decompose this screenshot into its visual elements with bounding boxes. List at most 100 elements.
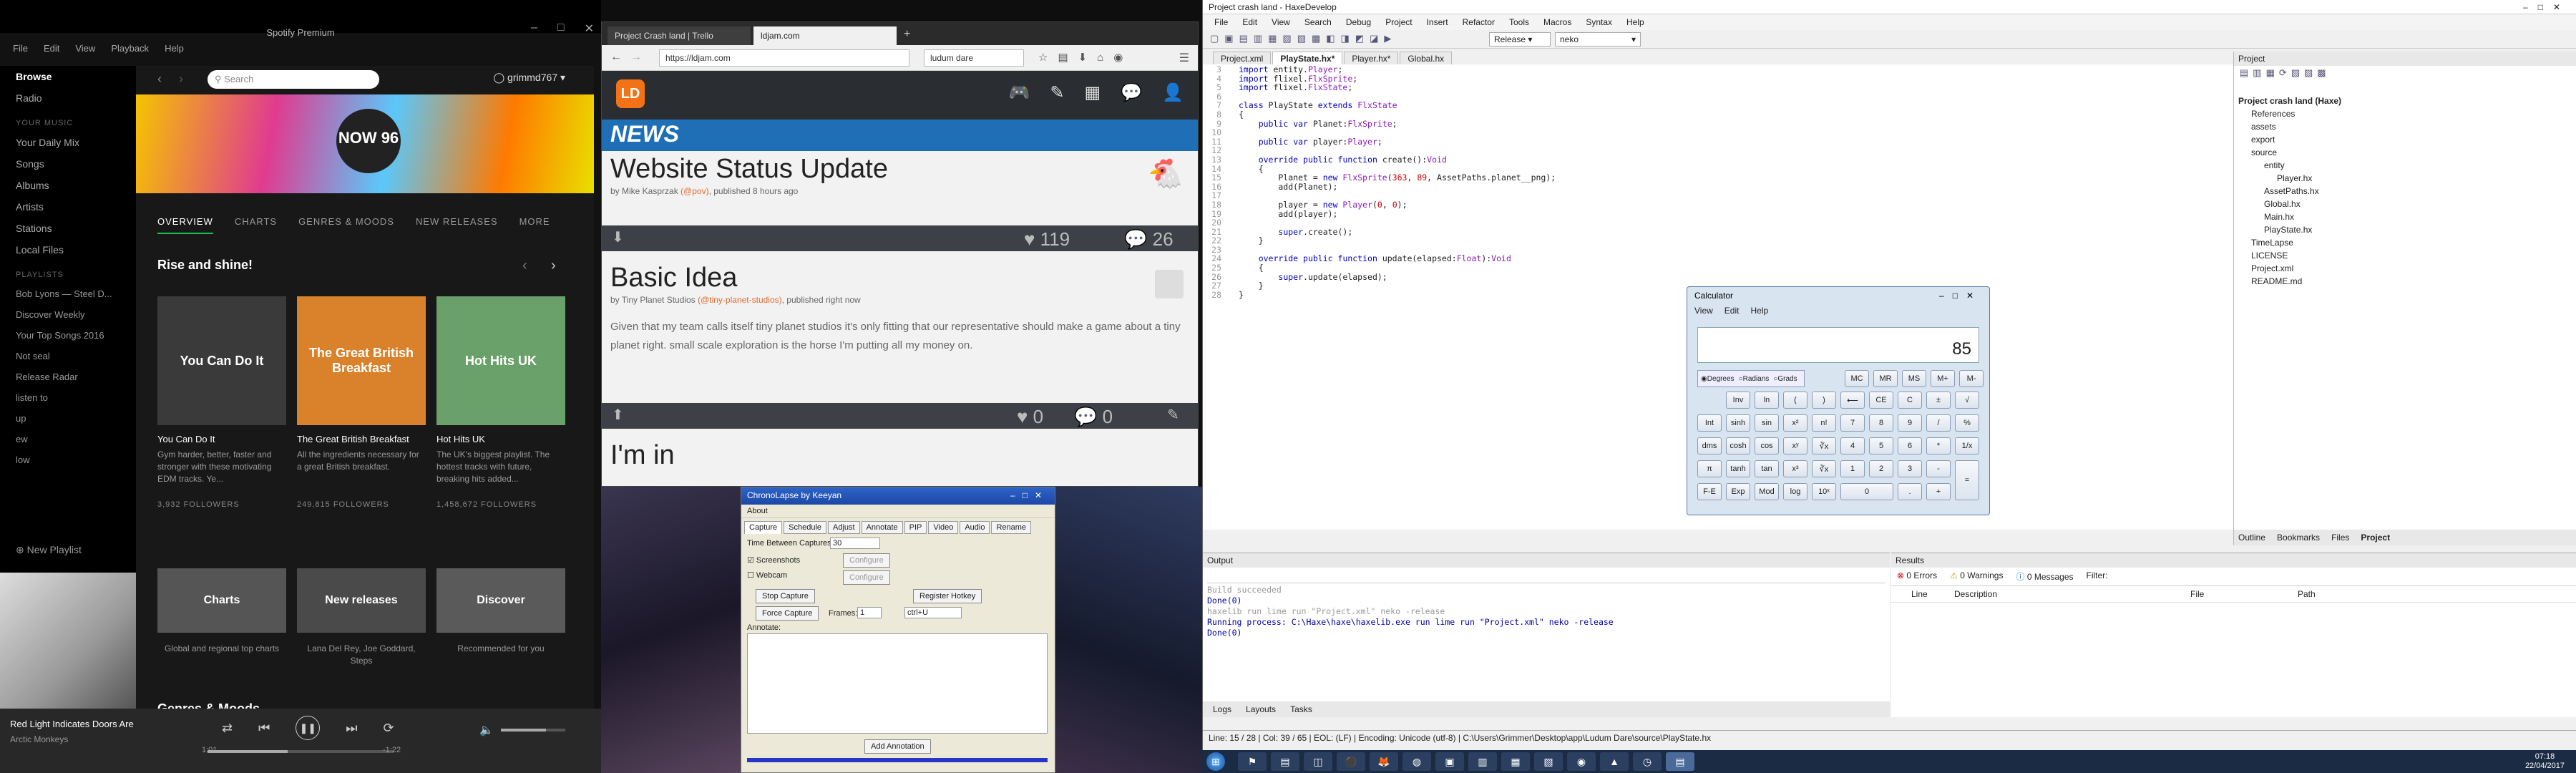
- playlist-card[interactable]: The Great British Breakfast The Great Br…: [297, 296, 426, 509]
- track-artist[interactable]: Arctic Monkeys: [10, 734, 68, 744]
- code-line[interactable]: 18 player = new Player(0, 0);: [1203, 200, 2233, 210]
- playlist-item[interactable]: Release Radar: [0, 366, 136, 387]
- screenshots-checkbox[interactable]: ☑ Screenshots: [747, 555, 800, 565]
- taskbar-app-icon[interactable]: ⚑: [1238, 752, 1267, 771]
- tree-node[interactable]: Player.hx: [2238, 172, 2576, 185]
- force-capture-button[interactable]: Force Capture: [756, 606, 819, 621]
- library-albums[interactable]: Albums: [0, 175, 136, 196]
- menu-item[interactable]: Project: [1385, 17, 1412, 27]
- menu-item[interactable]: Insert: [1427, 17, 1448, 27]
- code-line[interactable]: 7 class PlayState extends FlxState: [1203, 100, 2233, 110]
- pause-icon[interactable]: ❚❚: [296, 716, 321, 740]
- calc-key[interactable]: sin: [1755, 414, 1779, 432]
- next-icon[interactable]: ⏭: [346, 721, 357, 736]
- close-icon[interactable]: ✕: [585, 21, 594, 36]
- tree-node[interactable]: source: [2238, 146, 2576, 159]
- calc-key[interactable]: Inv: [1726, 392, 1750, 409]
- comment-count[interactable]: 💬 0: [1074, 406, 1113, 428]
- tab-schedule[interactable]: Schedule: [784, 521, 827, 534]
- taskbar-app-icon[interactable]: ◫: [1304, 752, 1332, 771]
- expand-icon[interactable]: ⬇: [612, 228, 624, 246]
- library-local-files[interactable]: Local Files: [0, 239, 136, 261]
- tree-node[interactable]: References: [2238, 107, 2576, 120]
- tab-trello[interactable]: Project Crash land | Trello: [608, 26, 751, 45]
- stop-capture-button[interactable]: Stop Capture: [756, 589, 815, 603]
- code-line[interactable]: 17: [1203, 190, 2233, 200]
- tab-annotate[interactable]: Annotate: [861, 521, 903, 534]
- code-line[interactable]: 23: [1203, 245, 2233, 255]
- avatar-placeholder-icon[interactable]: [1155, 270, 1184, 298]
- radians-radio[interactable]: ○Radians: [1739, 375, 1770, 383]
- code-line[interactable]: 26 super.update(elapsed);: [1203, 272, 2233, 282]
- menu-help[interactable]: Help: [1750, 306, 1768, 316]
- like-count[interactable]: ♥ 0: [1017, 406, 1043, 428]
- tab-outline[interactable]: Outline: [2238, 533, 2265, 543]
- code-line[interactable]: 3 import entity.Player;: [1203, 64, 2233, 74]
- like-count[interactable]: ♥ 119: [1024, 228, 1070, 251]
- post-title[interactable]: Website Status Update: [610, 154, 1189, 185]
- degrees-radio[interactable]: ◉Degrees: [1701, 375, 1735, 383]
- menu-file[interactable]: File: [13, 43, 28, 54]
- tab-rename[interactable]: Rename: [991, 521, 1032, 534]
- messages-filter[interactable]: ⓘ 0 Messages: [2016, 570, 2073, 583]
- tree-node[interactable]: LICENSE: [2238, 249, 2576, 262]
- calculator-icon[interactable]: ▤: [1666, 752, 1694, 771]
- code-line[interactable]: 8{: [1203, 110, 2233, 120]
- calc-key[interactable]: π: [1697, 460, 1722, 477]
- calc-key[interactable]: tan: [1755, 460, 1779, 477]
- minimize-icon[interactable]: –: [531, 21, 537, 36]
- configure-webcam-button[interactable]: Configure: [843, 570, 890, 585]
- tree-node[interactable]: entity: [2238, 159, 2576, 172]
- target-dropdown[interactable]: neko ▾: [1555, 32, 1641, 47]
- calc-key[interactable]: 9: [1898, 414, 1922, 432]
- chevron-left-icon[interactable]: ‹: [522, 258, 527, 274]
- tree-node[interactable]: AssetPaths.hx: [2238, 185, 2576, 198]
- calc-key[interactable]: %: [1955, 414, 1979, 432]
- memory-button[interactable]: MC: [1845, 370, 1869, 387]
- menu-view[interactable]: View: [1694, 306, 1713, 316]
- playlist-item[interactable]: up: [0, 408, 136, 429]
- edit-icon[interactable]: ✎: [1167, 406, 1179, 424]
- gamepad-icon[interactable]: 🎮: [1009, 82, 1030, 103]
- taskbar-app-icon[interactable]: ▣: [1435, 752, 1464, 771]
- browser-toolbar-icons[interactable]: ☆▤⬇⌂◉: [1038, 51, 1133, 64]
- editor-tab[interactable]: Project.xml: [1213, 52, 1272, 66]
- tab-video[interactable]: Video: [928, 521, 959, 534]
- volume-icon[interactable]: 🔈: [479, 723, 494, 737]
- menu-item[interactable]: Edit: [1242, 17, 1257, 27]
- new-playlist-button[interactable]: ⊕ New Playlist: [16, 544, 82, 556]
- code-line[interactable]: 24 override public function update(elaps…: [1203, 253, 2233, 263]
- chrome-icon[interactable]: ◍: [1402, 752, 1431, 771]
- calc-key[interactable]: dms: [1697, 437, 1722, 454]
- menu-playback[interactable]: Playback: [111, 43, 149, 54]
- code-line[interactable]: 11 public var player:Player;: [1203, 137, 2233, 147]
- tab-more[interactable]: MORE: [519, 216, 550, 234]
- back-arrow-icon[interactable]: ‹: [157, 72, 162, 87]
- chronolapse-menu[interactable]: About: [741, 505, 1055, 518]
- playlist-item[interactable]: Your Top Songs 2016: [0, 325, 136, 346]
- tab-layouts[interactable]: Layouts: [1246, 704, 1276, 714]
- library-daily-mix[interactable]: Your Daily Mix: [0, 132, 136, 153]
- tab-adjust[interactable]: Adjust: [828, 521, 860, 534]
- menu-item[interactable]: Syntax: [1586, 17, 1612, 27]
- col-description[interactable]: Description: [1940, 589, 2190, 599]
- post-handle[interactable]: (@pov): [680, 186, 709, 196]
- calc-key[interactable]: Exp: [1726, 483, 1750, 500]
- nav-browse[interactable]: Browse: [0, 66, 136, 87]
- tab-capture[interactable]: Capture: [744, 521, 783, 534]
- editor-tab[interactable]: PlayState.hx*: [1272, 52, 1343, 66]
- chat-icon[interactable]: 💬: [1121, 82, 1142, 103]
- calc-key[interactable]: ∛x: [1812, 437, 1836, 454]
- post-handle[interactable]: (@tiny-planet-studios): [698, 295, 782, 305]
- taskbar-app-icon[interactable]: ▧: [1534, 752, 1563, 771]
- menu-help[interactable]: Help: [165, 43, 184, 54]
- code-line[interactable]: 13 override public function create():Voi…: [1203, 155, 2233, 165]
- calc-key[interactable]: 4: [1840, 437, 1865, 454]
- tree-node[interactable]: Main.hx: [2238, 210, 2576, 223]
- clock-app-icon[interactable]: ◷: [1633, 752, 1662, 771]
- chicken-avatar-icon[interactable]: 🐔: [1148, 157, 1184, 190]
- editor-tab[interactable]: Global.hx: [1400, 52, 1453, 66]
- memory-button[interactable]: M-: [1959, 370, 1984, 387]
- tab-pip[interactable]: PIP: [904, 521, 927, 534]
- configure-screenshots-button[interactable]: Configure: [843, 553, 890, 568]
